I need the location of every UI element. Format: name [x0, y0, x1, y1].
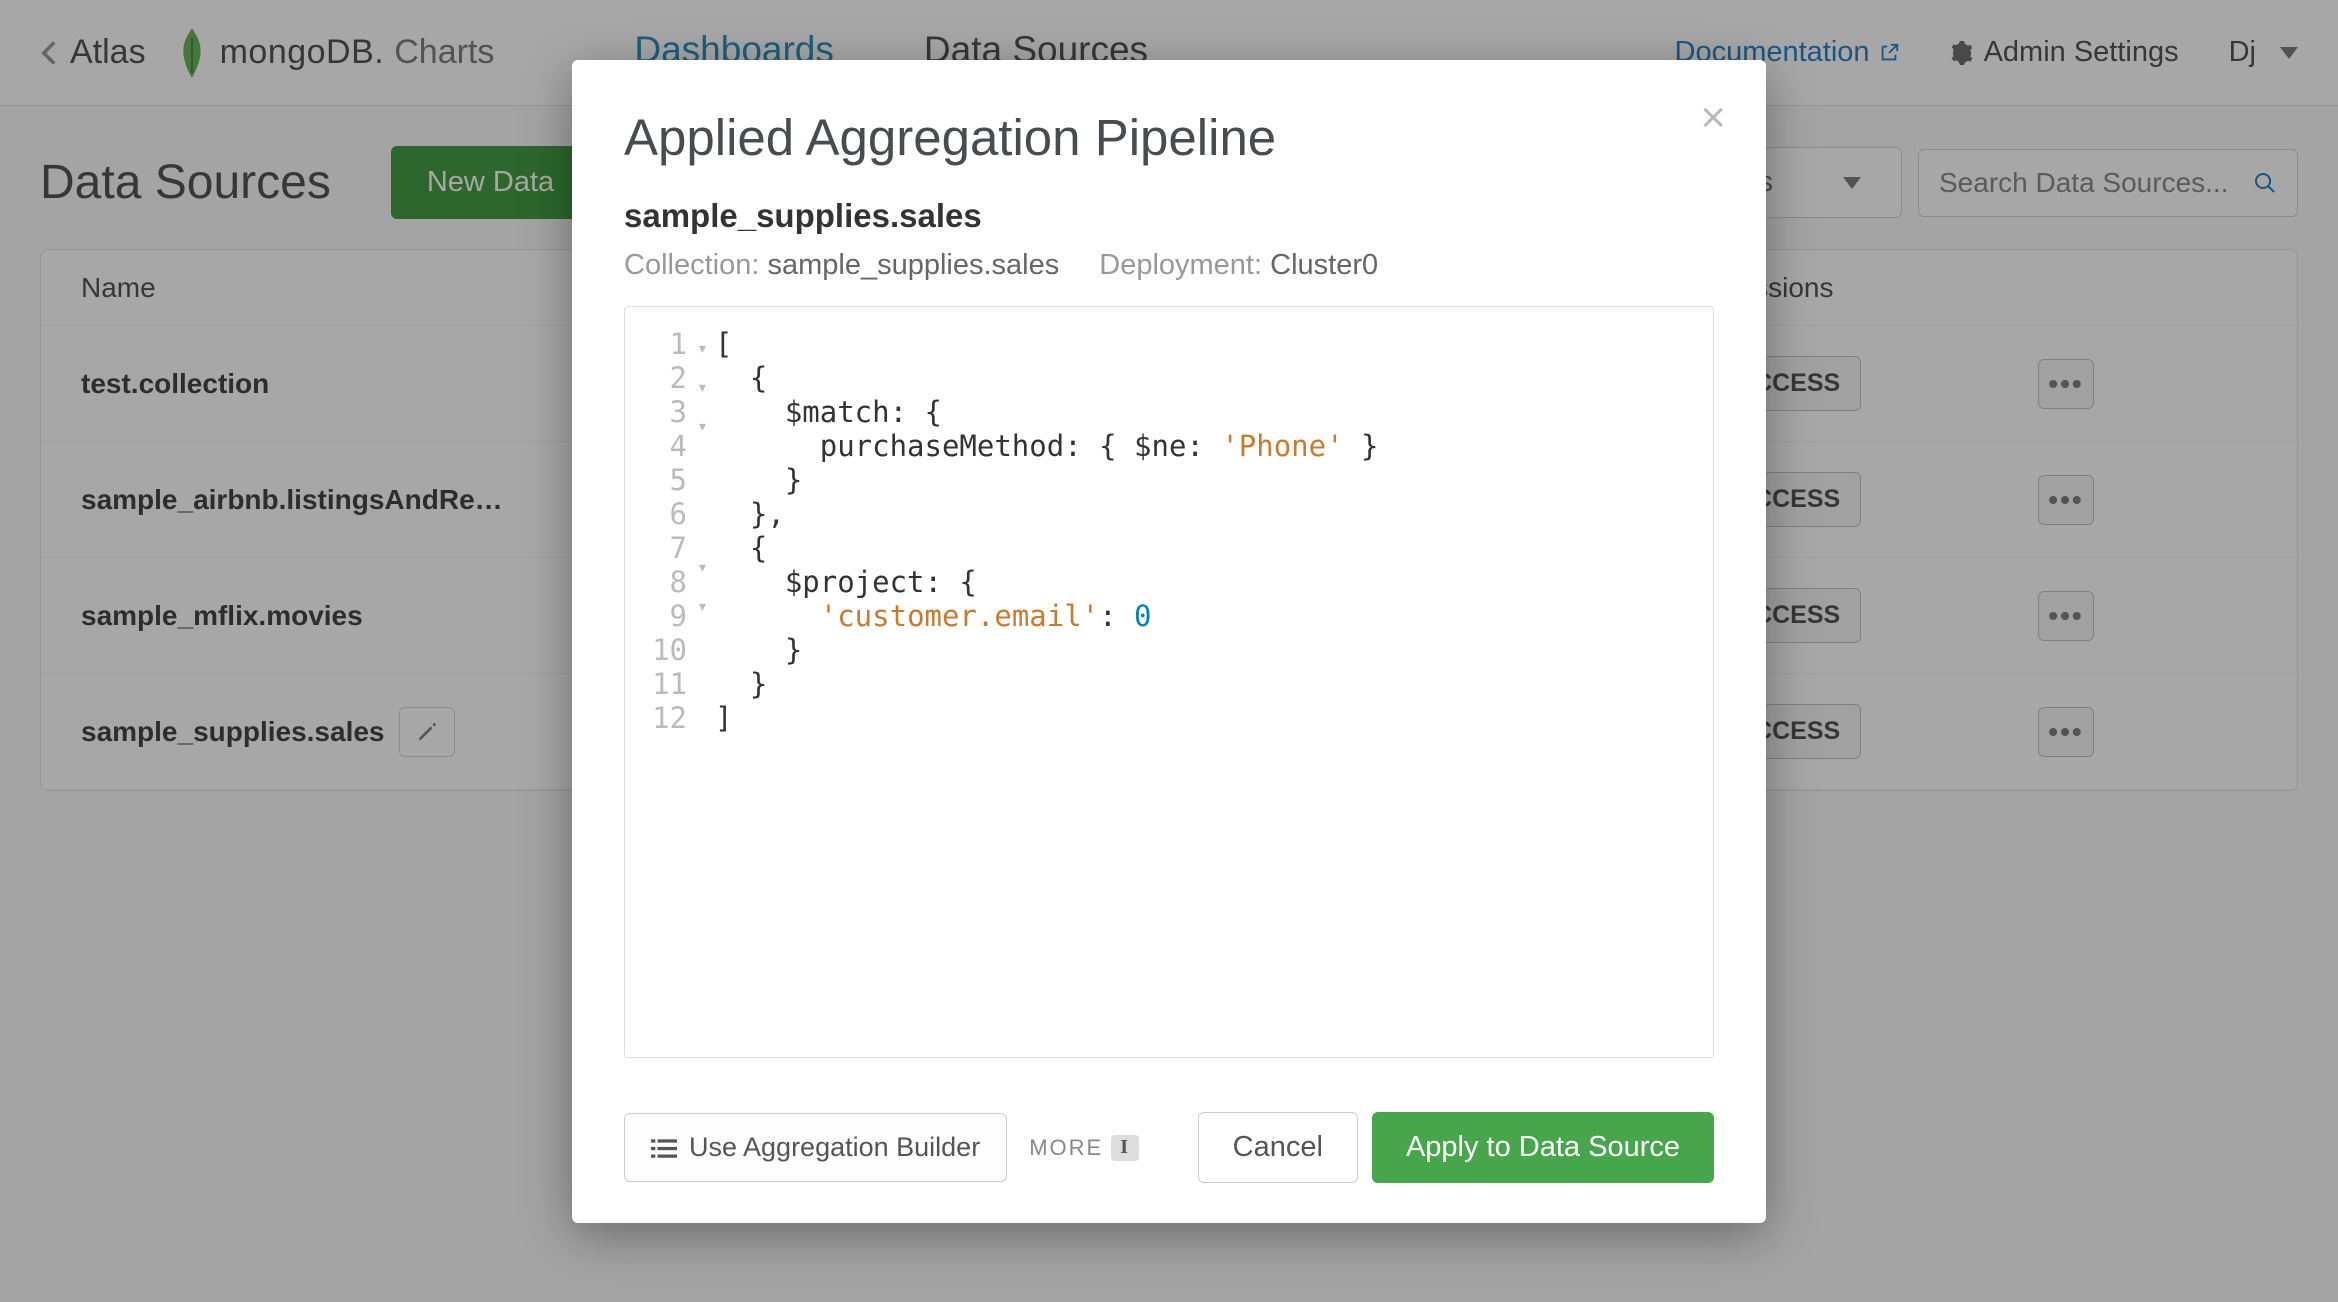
builder-label: Use Aggregation Builder	[689, 1132, 980, 1163]
more-label: MORE i	[1029, 1135, 1139, 1161]
list-icon	[651, 1136, 677, 1160]
code-editor[interactable]: 123456789101112 [ { $match: { purchaseMe…	[624, 306, 1714, 1058]
cancel-button[interactable]: Cancel	[1198, 1112, 1358, 1183]
apply-button[interactable]: Apply to Data Source	[1372, 1112, 1714, 1183]
deployment-label: Deployment:	[1099, 249, 1262, 281]
collection-label: Collection:	[624, 249, 759, 281]
modal-footer: Use Aggregation Builder MORE i Cancel Ap…	[624, 1112, 1714, 1183]
deployment-value: Cluster0	[1270, 249, 1378, 281]
modal-meta: Collection: sample_supplies.sales Deploy…	[624, 249, 1714, 282]
line-numbers: 123456789101112	[625, 327, 697, 1057]
fold-markers	[697, 327, 715, 1057]
modal-subtitle: sample_supplies.sales	[624, 197, 1714, 235]
aggregation-builder-button[interactable]: Use Aggregation Builder	[624, 1113, 1007, 1182]
aggregation-pipeline-modal: × Applied Aggregation Pipeline sample_su…	[572, 60, 1766, 1223]
info-icon[interactable]: i	[1111, 1135, 1139, 1161]
modal-title: Applied Aggregation Pipeline	[624, 108, 1714, 167]
close-icon[interactable]: ×	[1700, 96, 1726, 140]
collection-value: sample_supplies.sales	[767, 249, 1059, 281]
modal-overlay: × Applied Aggregation Pipeline sample_su…	[0, 0, 2338, 1302]
code-content[interactable]: [ { $match: { purchaseMethod: { $ne: 'Ph…	[715, 327, 1713, 1057]
